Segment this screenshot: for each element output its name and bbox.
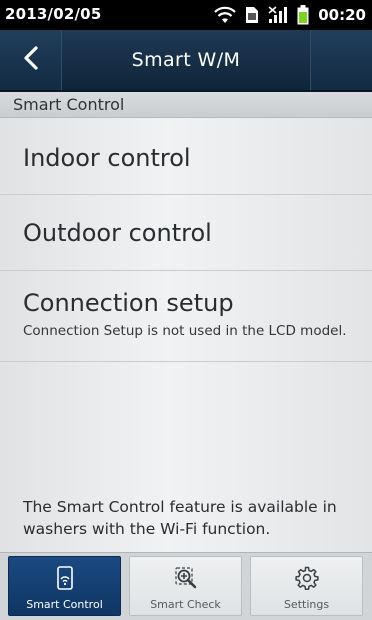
status-date: 2013/02/05 [5, 5, 102, 23]
outdoor-control-item[interactable]: Outdoor control [0, 195, 372, 271]
bottom-tab-bar: Smart Control Smart Check Settings [0, 552, 372, 620]
gear-icon [294, 566, 319, 590]
title-bar-right-panel [310, 30, 372, 90]
tab-smart-control[interactable]: Smart Control [8, 556, 121, 616]
tab-settings-label: Settings [283, 598, 330, 611]
phone-wifi-icon [55, 566, 75, 590]
connection-setup-item[interactable]: Connection setup Connection Setup is not… [0, 271, 372, 362]
wifi-icon [214, 6, 237, 24]
sim-icon [245, 6, 259, 24]
signal-icon [268, 6, 288, 24]
indoor-control-item[interactable]: Indoor control [0, 118, 372, 195]
content-area: Indoor control Outdoor control Connectio… [0, 118, 372, 552]
connection-setup-label: Connection setup [23, 289, 234, 317]
magnifier-icon [174, 566, 198, 590]
indoor-control-label: Indoor control [23, 144, 191, 172]
chevron-left-icon [23, 46, 39, 74]
section-header: Smart Control [0, 92, 372, 118]
tab-smart-check[interactable]: Smart Check [129, 556, 242, 616]
back-button[interactable] [0, 30, 62, 90]
outdoor-control-label: Outdoor control [23, 219, 212, 247]
status-icons: 00:20 [214, 4, 366, 26]
tab-settings[interactable]: Settings [250, 556, 363, 616]
status-bar: 2013/02/05 00:20 [0, 0, 372, 30]
title-bar: Smart W/M [0, 30, 372, 92]
tab-smart-control-label: Smart Control [26, 598, 103, 611]
battery-icon [297, 5, 309, 25]
status-time: 00:20 [318, 6, 366, 24]
connection-setup-description: Connection Setup is not used in the LCD … [23, 323, 347, 339]
tab-smart-check-label: Smart Check [150, 598, 221, 611]
page-title: Smart W/M [131, 49, 241, 71]
feature-note: The Smart Control feature is available i… [23, 498, 337, 538]
